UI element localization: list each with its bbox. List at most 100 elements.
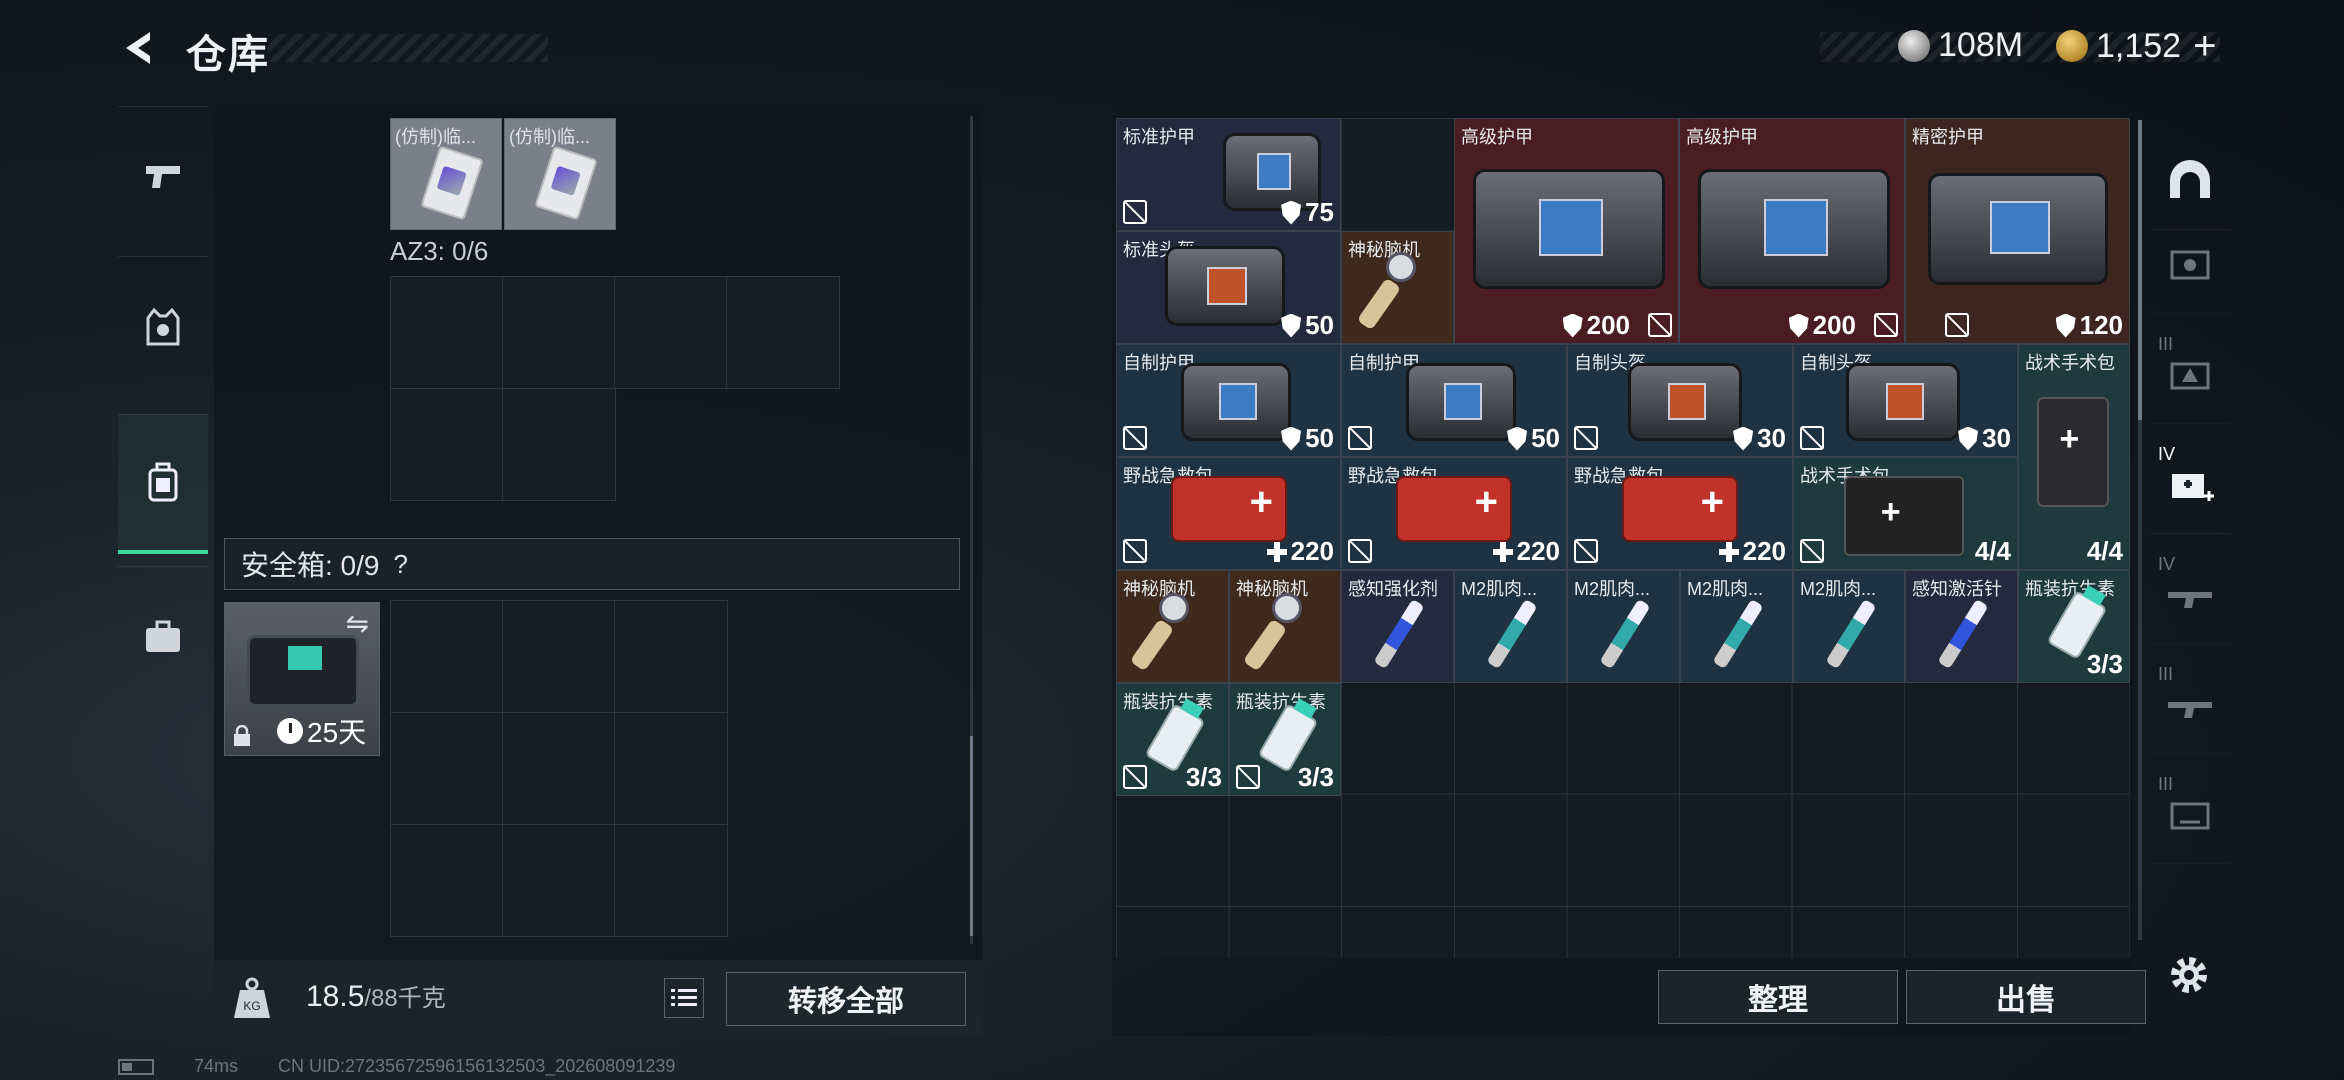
grid-cell[interactable] bbox=[390, 600, 503, 713]
brain-chip-icon bbox=[1242, 593, 1320, 672]
grid-cell[interactable] bbox=[614, 824, 728, 937]
stash-item[interactable]: 神秘脑机 bbox=[1229, 570, 1341, 683]
nav-equipment[interactable] bbox=[118, 256, 208, 396]
nav-toolbox[interactable] bbox=[118, 566, 208, 706]
grid-cell[interactable] bbox=[502, 388, 616, 501]
first-aid-kit-icon bbox=[1622, 476, 1738, 542]
list-view-button[interactable] bbox=[664, 978, 704, 1018]
stash-item[interactable]: M2肌肉... bbox=[1454, 570, 1567, 683]
stash-item[interactable]: 神秘脑机 bbox=[1116, 570, 1229, 683]
tab-page-6[interactable]: III bbox=[2150, 764, 2230, 864]
silver-coin-icon bbox=[1898, 29, 1930, 62]
item-value: 3/3 bbox=[1186, 762, 1222, 793]
vest-icon bbox=[146, 307, 180, 345]
stash-item[interactable]: 瓶装抗生素 3/3 bbox=[1116, 683, 1229, 796]
shield-icon bbox=[1788, 313, 1809, 338]
stash-item[interactable]: M2肌肉... bbox=[1567, 570, 1680, 683]
stash-item[interactable]: 野战急救包 220 bbox=[1341, 457, 1567, 570]
stash-page-icon bbox=[2170, 250, 2210, 279]
swap-icon[interactable]: ⇋ bbox=[346, 607, 369, 640]
grid-cell[interactable] bbox=[390, 824, 503, 937]
timer-value: 25天 bbox=[307, 717, 367, 748]
no-trade-icon bbox=[1348, 539, 1372, 563]
weight-icon: KG bbox=[234, 977, 270, 1018]
no-trade-icon bbox=[1123, 539, 1147, 563]
grid-cell[interactable] bbox=[390, 388, 503, 501]
item-value: 3/3 bbox=[1298, 762, 1334, 793]
value-text: 30 bbox=[1757, 423, 1786, 453]
stash-item[interactable]: 自制头盔 30 bbox=[1793, 344, 2018, 457]
grid-cell[interactable] bbox=[614, 712, 728, 825]
gold-currency: 1,152 + bbox=[2056, 26, 2216, 66]
stash-item[interactable]: 野战急救包 220 bbox=[1116, 457, 1341, 570]
grid-cell[interactable] bbox=[390, 276, 503, 389]
helmet-icon bbox=[1165, 246, 1285, 326]
tab-page-3[interactable]: IV bbox=[2150, 434, 2230, 534]
keycard-icon bbox=[420, 145, 484, 221]
stash-item[interactable]: 自制护甲 50 bbox=[1341, 344, 1567, 457]
stash-item[interactable]: 自制头盔 30 bbox=[1567, 344, 1793, 457]
back-arrow-icon[interactable] bbox=[118, 26, 162, 70]
grid-cell[interactable] bbox=[502, 276, 615, 389]
item-value: 75 bbox=[1281, 197, 1334, 228]
first-aid-kit-icon bbox=[1396, 476, 1512, 542]
grid-cell[interactable] bbox=[390, 712, 503, 825]
item-name: 精密护甲 bbox=[1912, 127, 1984, 147]
help-button[interactable]: ? bbox=[393, 549, 407, 580]
stash-item[interactable]: 野战急救包 220 bbox=[1567, 457, 1793, 570]
gear-icon[interactable] bbox=[2166, 952, 2212, 998]
stash-item[interactable]: 战术手术包 4/4 bbox=[1793, 457, 2018, 570]
stash-item[interactable]: 高级护甲 200 bbox=[1454, 118, 1679, 344]
no-trade-icon bbox=[1800, 426, 1824, 450]
tier-label: III bbox=[2158, 774, 2174, 794]
stash-page-icon bbox=[2170, 802, 2210, 829]
tab-page-1[interactable] bbox=[2150, 214, 2230, 314]
nav-containers[interactable] bbox=[118, 414, 208, 554]
stash-item[interactable]: 神秘脑机 bbox=[1341, 231, 1454, 344]
stash-item[interactable]: 瓶装抗生素 3/3 bbox=[2018, 570, 2130, 683]
weight-max: /88千克 bbox=[364, 985, 446, 1012]
tab-page-2[interactable]: III bbox=[2150, 324, 2230, 424]
nav-weapons[interactable] bbox=[118, 106, 208, 246]
add-currency-button[interactable]: + bbox=[2193, 26, 2216, 66]
inventory-item[interactable]: (仿制)临... bbox=[390, 118, 502, 230]
item-value: 30 bbox=[1733, 423, 1786, 454]
item-value: 50 bbox=[1507, 423, 1560, 454]
no-trade-icon bbox=[1123, 426, 1147, 450]
safe-box-item[interactable]: ⇋ 25天 bbox=[224, 602, 380, 756]
armor-icon bbox=[1406, 363, 1516, 441]
tab-page-5[interactable]: III bbox=[2150, 654, 2230, 754]
stash-scrollbar[interactable] bbox=[2138, 120, 2142, 940]
tab-page-4[interactable]: IV bbox=[2150, 544, 2230, 644]
sell-button[interactable]: 出售 bbox=[1906, 970, 2146, 1024]
stash-item[interactable]: M2肌肉... bbox=[1680, 570, 1793, 683]
item-name: M2肌肉... bbox=[1687, 579, 1764, 599]
stash-item[interactable]: 感知强化剂 bbox=[1341, 570, 1454, 683]
stash-item[interactable]: 战术手术包 4/4 bbox=[2018, 344, 2130, 570]
no-trade-icon bbox=[1236, 765, 1260, 789]
az3-capacity: AZ3: 0/6 bbox=[390, 236, 489, 266]
grid-cell[interactable] bbox=[502, 824, 615, 937]
item-value: 3/3 bbox=[2087, 649, 2123, 680]
armor-icon bbox=[1181, 363, 1291, 441]
gold-coin-icon bbox=[2056, 30, 2088, 62]
stash-item[interactable]: 自制护甲 50 bbox=[1116, 344, 1341, 457]
grid-cell[interactable] bbox=[726, 276, 840, 389]
grid-cell[interactable] bbox=[614, 276, 727, 389]
left-scrollbar[interactable] bbox=[970, 116, 973, 944]
transfer-all-button[interactable]: 转移全部 bbox=[726, 972, 966, 1026]
stash-item[interactable]: 感知激活针 bbox=[1905, 570, 2018, 683]
stash-item[interactable]: 瓶装抗生素 3/3 bbox=[1229, 683, 1341, 796]
status-bar: 74ms CN UID:27235672596156132503_2026080… bbox=[118, 1056, 675, 1077]
stash-item[interactable]: 精密护甲 120 bbox=[1905, 118, 2130, 344]
stash-item[interactable]: M2肌肉... bbox=[1793, 570, 1905, 683]
stash-item[interactable]: 高级护甲 200 bbox=[1679, 118, 1905, 344]
stash-item[interactable]: 标准护甲 75 bbox=[1116, 118, 1341, 231]
grid-cell[interactable] bbox=[614, 600, 728, 713]
stash-item[interactable]: 标准头盔 50 bbox=[1116, 231, 1341, 344]
grid-cell[interactable] bbox=[502, 600, 615, 713]
top-bar: 仓库 108M 1,152 + bbox=[0, 0, 2344, 100]
grid-cell[interactable] bbox=[502, 712, 615, 825]
sort-button[interactable]: 整理 bbox=[1658, 970, 1898, 1024]
inventory-item[interactable]: (仿制)临... bbox=[504, 118, 616, 230]
